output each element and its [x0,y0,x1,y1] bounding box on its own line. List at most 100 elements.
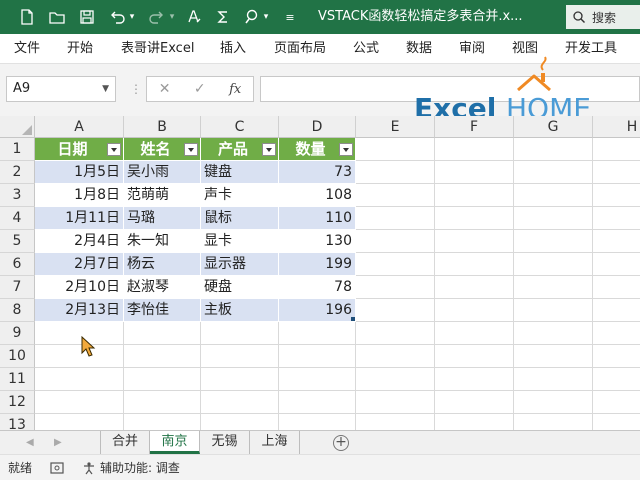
grid-cell[interactable] [514,414,593,430]
grid-cell[interactable] [124,368,201,391]
prev-sheet-icon[interactable]: ◀ [26,431,34,455]
column-header-e[interactable]: E [356,116,435,138]
grid-cell[interactable] [356,391,435,414]
grid-cell[interactable] [356,276,435,299]
grid-cell[interactable] [201,345,279,368]
text-style-icon[interactable] [180,0,210,34]
accessibility-status[interactable]: 辅助功能: 调查 [100,455,180,480]
grid-cell[interactable] [124,391,201,414]
grid-cell[interactable] [356,414,435,430]
grid-cell[interactable] [593,230,640,253]
row-header[interactable]: 10 [0,345,35,368]
tab-excel-lessons[interactable]: 表哥讲Excel [121,34,194,64]
grid-cell[interactable] [593,391,640,414]
table-cell-product[interactable]: 显示器 [201,253,279,276]
grid-cell[interactable] [514,230,593,253]
table-cell-name[interactable]: 范萌萌 [124,184,201,207]
name-box[interactable]: A9 ▼ [6,76,116,102]
column-header-h[interactable]: H [593,116,640,138]
row-header[interactable]: 1 [0,138,35,161]
table-cell-product[interactable]: 硬盘 [201,276,279,299]
grid-cell[interactable] [593,322,640,345]
insert-function-button[interactable]: fx [229,82,241,97]
table-cell-quantity[interactable]: 108 [279,184,356,207]
redo-dropdown-icon[interactable]: ▾ [164,0,180,34]
table-header-date[interactable]: 日期 [35,138,124,161]
grid-cell[interactable] [356,184,435,207]
table-cell-date[interactable]: 2月4日 [35,230,124,253]
table-header-name[interactable]: 姓名 [124,138,201,161]
table-cell-name[interactable]: 马璐 [124,207,201,230]
table-cell-date[interactable]: 2月10日 [35,276,124,299]
table-cell-product[interactable]: 显卡 [201,230,279,253]
add-sheet-button[interactable]: + [333,435,349,451]
table-cell-product[interactable]: 键盘 [201,161,279,184]
name-box-dropdown-icon[interactable]: ▼ [102,77,109,101]
grid-cell[interactable] [435,184,514,207]
row-header[interactable]: 11 [0,368,35,391]
enter-icon[interactable]: ✓ [194,81,206,97]
row-header[interactable]: 12 [0,391,35,414]
open-folder-icon[interactable] [42,0,72,34]
save-icon[interactable] [72,0,102,34]
tab-file[interactable]: 文件 [14,34,40,64]
row-header[interactable]: 3 [0,184,35,207]
grid-cell[interactable] [35,414,124,430]
grid-cell[interactable] [201,414,279,430]
grid-cell[interactable] [435,161,514,184]
grid-cell[interactable] [356,345,435,368]
table-cell-quantity[interactable]: 196 [279,299,356,322]
grid-cell[interactable] [514,368,593,391]
customize-toolbar-icon[interactable]: ≡ [278,0,302,34]
grid-cell[interactable] [593,253,640,276]
column-header-d[interactable]: D [279,116,356,138]
grid-cell[interactable] [279,391,356,414]
grid-cell[interactable] [201,391,279,414]
formula-bar-grip[interactable]: ⋮ [130,82,142,96]
grid-cell[interactable] [356,368,435,391]
column-header-c[interactable]: C [201,116,279,138]
sum-icon[interactable] [208,0,238,34]
table-cell-quantity[interactable]: 199 [279,253,356,276]
grid-cell[interactable] [356,161,435,184]
grid-cell[interactable] [593,161,640,184]
column-header-b[interactable]: B [124,116,201,138]
grid-cell[interactable] [356,322,435,345]
row-header[interactable]: 8 [0,299,35,322]
grid-cell[interactable] [514,299,593,322]
table-cell-quantity[interactable]: 110 [279,207,356,230]
grid-cell[interactable] [435,253,514,276]
grid-cell[interactable] [279,414,356,430]
sheet-tab-merge[interactable]: 合并 [100,431,150,454]
sheet-tab-shanghai[interactable]: 上海 [250,431,300,454]
table-cell-product[interactable]: 主板 [201,299,279,322]
grid-cell[interactable] [514,138,593,161]
grid-cell[interactable] [435,230,514,253]
table-resize-handle[interactable] [351,317,355,321]
grid-cell[interactable] [593,345,640,368]
row-header[interactable]: 4 [0,207,35,230]
grid-cell[interactable] [514,253,593,276]
table-cell-name[interactable]: 朱一知 [124,230,201,253]
grid-cell[interactable] [356,253,435,276]
table-cell-date[interactable]: 2月13日 [35,299,124,322]
tab-insert[interactable]: 插入 [220,34,246,64]
table-cell-quantity[interactable]: 130 [279,230,356,253]
table-header-quantity[interactable]: 数量 [279,138,356,161]
column-header-g[interactable]: G [514,116,593,138]
row-header[interactable]: 2 [0,161,35,184]
table-cell-name[interactable]: 杨云 [124,253,201,276]
grid-cell[interactable] [356,299,435,322]
grid-cell[interactable] [514,322,593,345]
filter-dropdown-icon[interactable] [184,143,198,156]
grid-cell[interactable] [435,345,514,368]
grid-cell[interactable] [356,230,435,253]
grid-cell[interactable] [435,299,514,322]
tab-home[interactable]: 开始 [67,34,93,64]
sheet-tab-wuxi[interactable]: 无锡 [200,431,250,454]
grid-cell[interactable] [593,414,640,430]
undo-dropdown-icon[interactable]: ▾ [124,0,140,34]
table-cell-date[interactable]: 1月5日 [35,161,124,184]
grid-cell[interactable] [435,322,514,345]
grid-cell[interactable] [435,391,514,414]
